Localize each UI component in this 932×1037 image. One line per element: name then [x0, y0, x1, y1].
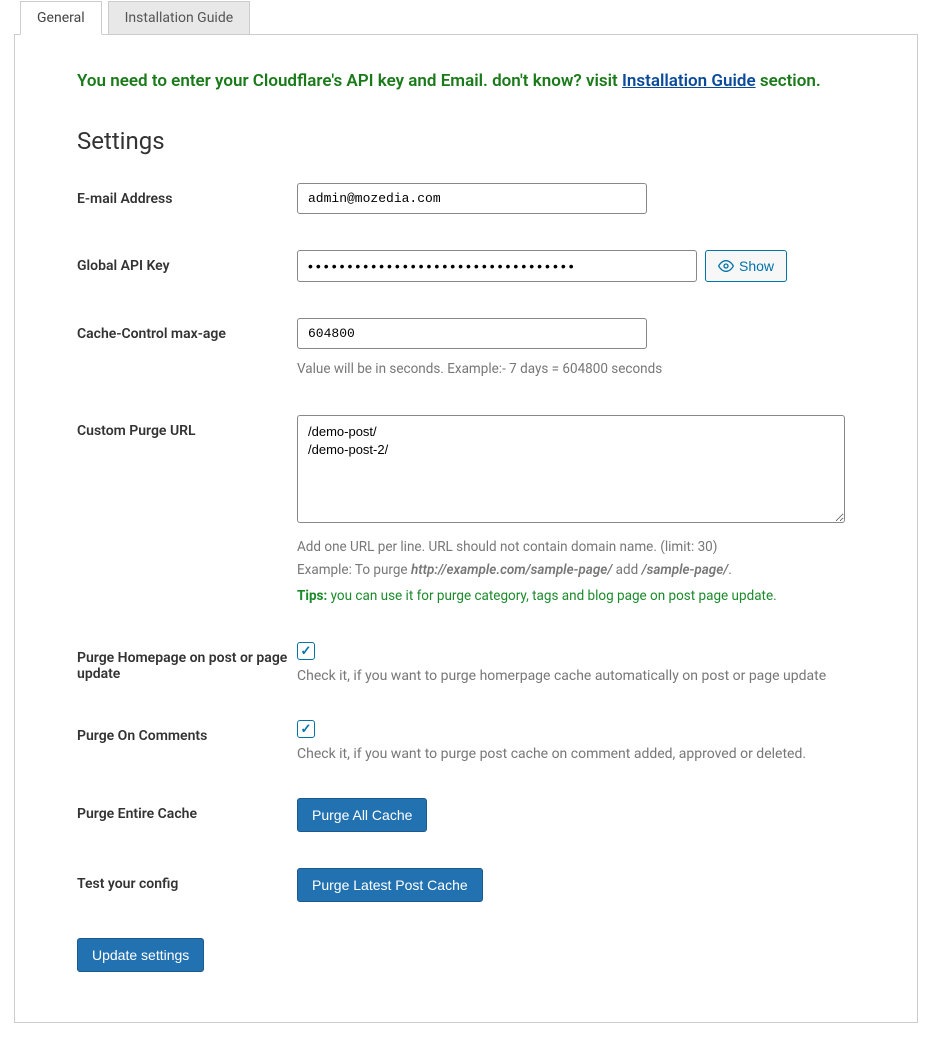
api-key-notice: You need to enter your Cloudflare's API …: [77, 71, 873, 91]
purge-homepage-checkbox[interactable]: ✓: [297, 642, 315, 660]
row-purge-comments: Purge On Comments ✓ Check it, if you wan…: [77, 720, 873, 762]
row-purge-entire: Purge Entire Cache Purge All Cache: [77, 798, 873, 832]
purge-url-hint1: Add one URL per line. URL should not con…: [297, 537, 873, 557]
check-icon: ✓: [301, 722, 312, 737]
email-input[interactable]: [297, 183, 647, 214]
purge-url-tip: Tips: you can use it for purge category,…: [297, 586, 873, 606]
purge-homepage-label: Purge Homepage on post or page update: [77, 642, 297, 682]
purge-all-cache-button[interactable]: Purge All Cache: [297, 798, 427, 832]
purge-comments-label: Purge On Comments: [77, 720, 297, 744]
tab-bar: General Installation Guide: [0, 0, 932, 34]
max-age-label: Cache-Control max-age: [77, 318, 297, 342]
purge-comments-hint: Check it, if you want to purge post cach…: [297, 746, 873, 762]
email-label: E-mail Address: [77, 183, 297, 207]
row-api-key: Global API Key Show: [77, 250, 873, 282]
update-settings-button[interactable]: Update settings: [77, 938, 204, 972]
check-icon: ✓: [301, 644, 312, 659]
row-test-config: Test your config Purge Latest Post Cache: [77, 868, 873, 902]
eye-icon: [718, 258, 734, 274]
max-age-hint: Value will be in seconds. Example:- 7 da…: [297, 359, 873, 379]
purge-comments-checkbox[interactable]: ✓: [297, 720, 315, 738]
installation-guide-link[interactable]: Installation Guide: [622, 71, 756, 91]
purge-url-label: Custom Purge URL: [77, 415, 297, 439]
notice-text-after: section.: [756, 71, 821, 91]
row-purge-url: Custom Purge URL Add one URL per line. U…: [77, 415, 873, 606]
purge-url-hint2: Example: To purge http://example.com/sam…: [297, 560, 873, 580]
row-email: E-mail Address: [77, 183, 873, 214]
page-title: Settings: [77, 127, 873, 155]
show-api-key-button[interactable]: Show: [705, 250, 787, 282]
purge-url-textarea[interactable]: [297, 415, 845, 523]
tab-installation-guide[interactable]: Installation Guide: [108, 1, 251, 35]
test-config-label: Test your config: [77, 868, 297, 892]
row-purge-homepage: Purge Homepage on post or page update ✓ …: [77, 642, 873, 684]
notice-text-before: You need to enter your Cloudflare's API …: [77, 71, 622, 91]
purge-homepage-hint: Check it, if you want to purge homerpage…: [297, 668, 873, 684]
max-age-input[interactable]: [297, 318, 647, 349]
tab-general[interactable]: General: [20, 1, 102, 35]
purge-latest-post-button[interactable]: Purge Latest Post Cache: [297, 868, 483, 902]
api-key-input[interactable]: [297, 250, 697, 282]
api-key-label: Global API Key: [77, 250, 297, 274]
settings-panel: You need to enter your Cloudflare's API …: [14, 34, 918, 1023]
show-button-label: Show: [739, 258, 774, 274]
row-max-age: Cache-Control max-age Value will be in s…: [77, 318, 873, 379]
purge-entire-label: Purge Entire Cache: [77, 798, 297, 822]
